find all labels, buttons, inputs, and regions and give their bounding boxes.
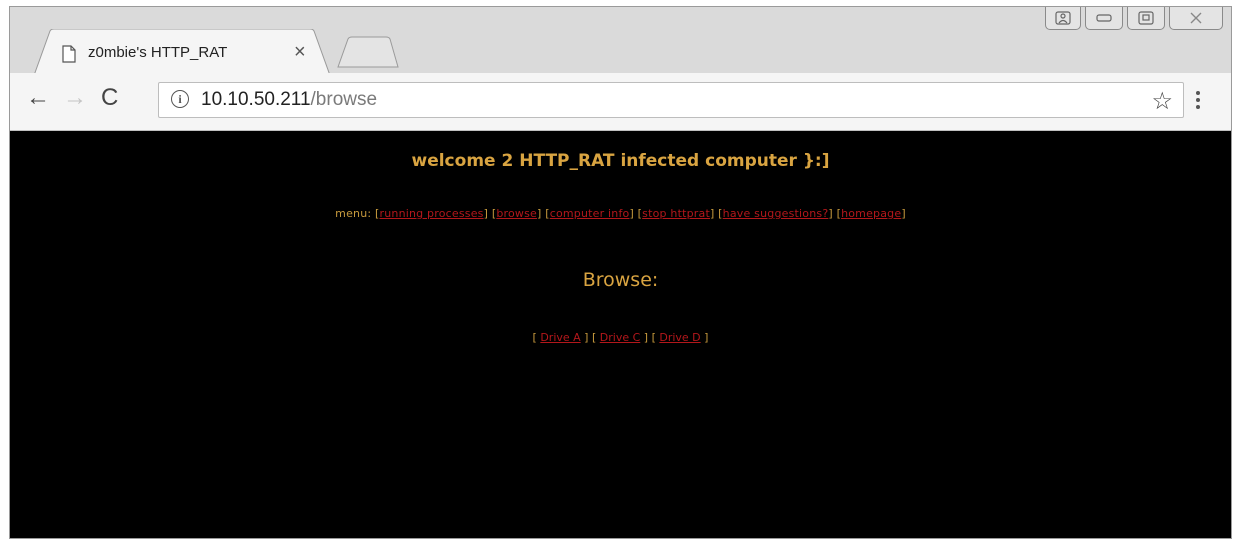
info-icon[interactable]: i — [171, 90, 189, 108]
menu-link-homepage[interactable]: homepage — [841, 207, 901, 220]
menu-label: menu: — [335, 207, 372, 220]
address-bar[interactable]: i 10.10.50.211/browse ☆ — [158, 82, 1184, 118]
browser-window: z0mbie's HTTP_RAT × ← → C i 10.10.50.211… — [9, 6, 1232, 539]
menu-link-running-processes[interactable]: running processes — [380, 207, 484, 220]
tab-title: z0mbie's HTTP_RAT — [88, 44, 228, 61]
url-host: 10.10.50.211 — [201, 89, 311, 110]
nav-menu: menu: [running processes] [browse] [comp… — [335, 207, 906, 220]
reload-icon[interactable]: C — [101, 86, 118, 110]
menu-link-stop-httprat[interactable]: stop httprat — [642, 207, 710, 220]
url-path: /browse — [310, 89, 378, 110]
maximize-icon[interactable] — [1127, 7, 1165, 30]
page-icon — [62, 45, 76, 63]
close-icon[interactable]: × — [294, 41, 306, 64]
menu-link-browse[interactable]: browse — [496, 207, 537, 220]
forward-arrow-icon[interactable]: → — [63, 86, 87, 110]
drive-list: [ Drive A ] [ Drive C ] [ Drive D ] — [532, 331, 709, 344]
welcome-heading: welcome 2 HTTP_RAT infected computer }:] — [411, 151, 830, 171]
drive-link-d[interactable]: Drive D — [659, 331, 700, 344]
window-close-icon[interactable] — [1169, 7, 1223, 30]
minimize-icon[interactable] — [1085, 7, 1123, 30]
more-menu-icon[interactable] — [1195, 91, 1201, 113]
tab-strip: z0mbie's HTTP_RAT × — [10, 7, 1231, 81]
drive-link-a[interactable]: Drive A — [540, 331, 580, 344]
menu-link-computer-info[interactable]: computer info — [550, 207, 630, 220]
menu-link-have-suggestions[interactable]: have suggestions? — [723, 207, 829, 220]
browse-heading: Browse: — [582, 269, 659, 291]
page-content: welcome 2 HTTP_RAT infected computer }:]… — [10, 131, 1231, 538]
url-text[interactable]: 10.10.50.211/browse — [201, 89, 377, 111]
back-arrow-icon[interactable]: ← — [26, 86, 50, 110]
new-tab-button[interactable] — [332, 33, 402, 73]
bookmark-star-icon[interactable]: ☆ — [1151, 87, 1173, 116]
window-controls — [1045, 7, 1223, 31]
browser-toolbar: ← → C i 10.10.50.211/browse ☆ — [10, 73, 1231, 131]
drive-link-c[interactable]: Drive C — [600, 331, 641, 344]
profile-icon[interactable] — [1045, 7, 1081, 30]
